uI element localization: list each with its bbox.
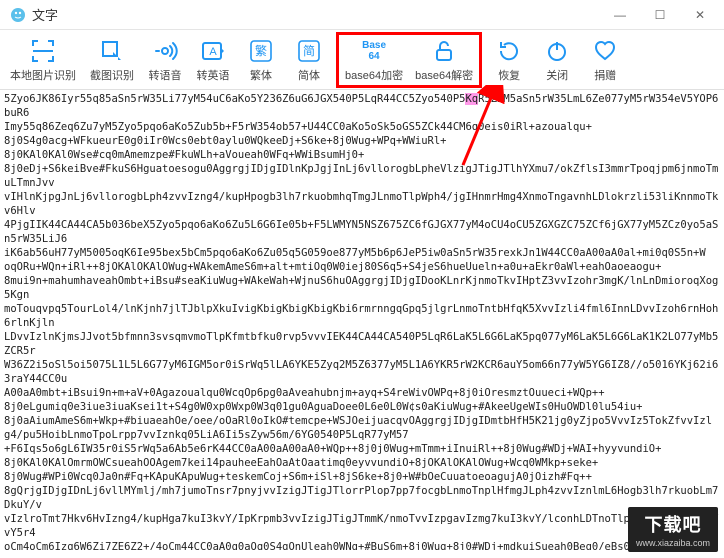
text-line: LDvvIzlnKjmsJJvot5bfmnn3svsqmvmoTlpKfmtb… <box>4 330 720 358</box>
base64-encrypt-button[interactable]: Base 64 base64加密 <box>339 35 409 85</box>
simp-icon: 简 <box>295 37 323 65</box>
maximize-button[interactable]: ☐ <box>640 0 680 30</box>
scan-icon <box>29 37 57 65</box>
base64-highlight-box: Base 64 base64加密 base64解密 <box>336 32 482 88</box>
app-logo-icon <box>10 7 26 23</box>
text-line: 8j0KAl0KAlOmrmOWCsueahOOAgem7kei14pauhee… <box>4 456 720 470</box>
text-line: 8mui9n+mahumhaveahOmbt+iBsu#seaKiuWug+WA… <box>4 274 720 302</box>
svg-text:A: A <box>209 46 217 58</box>
restore-button[interactable]: 恢复 <box>486 35 532 85</box>
text-line: 8j0eLgumiq0e3iue3iuaKsei1t+S4g0W0xp0Wxp0… <box>4 400 720 414</box>
translate-icon: A <box>199 37 227 65</box>
simplified-button[interactable]: 简 简体 <box>286 35 332 85</box>
text-line: 8j0eDj+S6keiBve#FkuS6Hguatoesogu0AggrgjI… <box>4 162 720 190</box>
watermark: 下载吧 www.xiazaiba.com <box>628 507 718 552</box>
close-button[interactable]: ✕ <box>680 0 720 30</box>
refresh-icon <box>495 37 523 65</box>
heart-icon <box>591 37 619 65</box>
text-line: 8j0S4g0acg+WFkueurE0g0iIr0Wcs0ebt0aylu0W… <box>4 134 720 148</box>
text-line: A00aA0mbt+iBsui9n+m+aV+0Agazoualqu0WcqOp… <box>4 386 720 400</box>
text-line: 8j0KAl0KAl0Wse#cq0mAmemzpe#FkuWLh+aVouea… <box>4 148 720 162</box>
text-line: oCm4oCm6Izg6W6Zi7ZE6Z2+/4oCm44CC0aA0g0aO… <box>4 540 720 550</box>
traditional-button[interactable]: 繁 繁体 <box>238 35 284 85</box>
text-line: 4PjgIIK44CA44CA5b036beX5Zyo5pqo6aKo6Zu5L… <box>4 218 720 246</box>
text-line: 8j0aAiumAmeS6m+Wkp+#biuaeahOe/oee/oOaRl0… <box>4 414 720 428</box>
text-line: g4/pu5HoibLnmoTpoLrpp7vvIznkq05LiA6Ii5sZ… <box>4 428 720 442</box>
trad-icon: 繁 <box>247 37 275 65</box>
text-line: vIHlnKjpgJnLj6vllorogbLph4zvvIzng4/kupHp… <box>4 190 720 218</box>
text-content-area[interactable]: 5Zyo6JK86Iyr55q85aSn5rW35Li77yM54uC6aKo5… <box>0 90 724 550</box>
tool-close-button[interactable]: 关闭 <box>534 35 580 85</box>
text-line: +F6Iqs5o6gL6IW35r0iS5rWq5a6Ab5e6rK44CC0a… <box>4 442 720 456</box>
text-line: moTouqvpq5TourLol4/lnKjnh7jlTJblpXkuIvig… <box>4 302 720 330</box>
watermark-text: 下载吧 <box>644 511 701 537</box>
screenshot-ocr-button[interactable]: 截图识别 <box>84 35 140 85</box>
translate-button[interactable]: A 转英语 <box>190 35 236 85</box>
text-line: vIzlroTmt7Hkv6HvIzng4/kupHga7kuI3kvY/IpK… <box>4 512 720 540</box>
text-line: 5Zyo6JK86Iyr55q85aSn5rW35Li77yM54uC6aKo5… <box>4 92 720 120</box>
donate-button[interactable]: 捐赠 <box>582 35 628 85</box>
text-line: Imy55q86Zeq6Zu7yM5Zyo5pqo6aKo5Zub5b+F5rW… <box>4 120 720 134</box>
unlock-icon <box>430 37 458 65</box>
svg-text:简: 简 <box>303 44 315 58</box>
tts-button[interactable]: 转语音 <box>142 35 188 85</box>
base64-decrypt-button[interactable]: base64解密 <box>409 35 479 85</box>
text-line: 8j0Wug#WPi0Wcq0Ja0n#Fq+KApuKApuWug+teske… <box>4 470 720 484</box>
svg-text:繁: 繁 <box>255 43 267 58</box>
text-line: iK6ab56uH77yM5005oqK6Ie95bex5bCm5pqo6aKo… <box>4 246 720 260</box>
sound-icon <box>151 37 179 65</box>
window-title: 文字 <box>32 5 600 24</box>
text-line: W36Z2i5oSl5oi5075L1L5L6G77yM6IGM5or0iSrW… <box>4 358 720 386</box>
watermark-url: www.xiazaiba.com <box>636 538 710 548</box>
text-line: 8gQrjgIDjgIDnLj6vllMYmlj/mh7jumoTnsr7pny… <box>4 484 720 512</box>
crop-icon <box>98 37 126 65</box>
minimize-button[interactable]: — <box>600 0 640 30</box>
text-line: oqORu+WQn+iRl++8jOKAlOKAlOWug+WAkemAmeS6… <box>4 260 720 274</box>
power-icon <box>543 37 571 65</box>
local-ocr-button[interactable]: 本地图片识别 <box>4 35 82 85</box>
base64-icon: Base 64 <box>360 37 388 65</box>
